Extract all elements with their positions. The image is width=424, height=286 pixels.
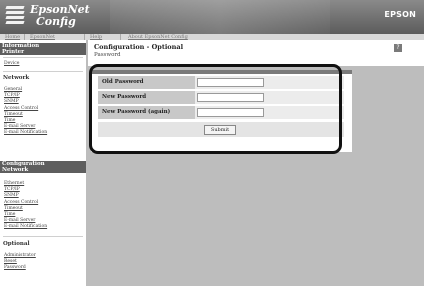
- sidebar-link[interactable]: Timeout: [4, 206, 23, 211]
- sidebar-link[interactable]: General: [4, 87, 22, 92]
- sidebar-link[interactable]: E-mail Notification: [4, 130, 47, 135]
- sidebar-link[interactable]: Access Control: [4, 106, 38, 111]
- page-header-panel: Configuration - Optional Password ?: [88, 40, 424, 66]
- sidebar-link-device[interactable]: Device: [4, 61, 19, 66]
- logo-text-line1: EpsonNet: [30, 3, 90, 16]
- sidebar-link[interactable]: E-mail Server: [4, 218, 35, 223]
- sidebar-information-subtitle: Printer: [2, 48, 25, 55]
- sidebar: Information Printer Device Network Gener…: [0, 40, 88, 286]
- sidebar-link[interactable]: TCP/IP: [4, 93, 20, 98]
- sidebar-link[interactable]: Ethernet: [4, 181, 24, 186]
- header-decoration: [110, 0, 330, 34]
- sidebar-link[interactable]: Timeout: [4, 112, 23, 117]
- sidebar-link[interactable]: Administrator: [4, 253, 36, 258]
- epson-brand: EPSON: [384, 10, 416, 19]
- logo-icon: [5, 6, 25, 28]
- page-subtitle: Password: [94, 52, 121, 58]
- sidebar-link[interactable]: Access Control: [4, 200, 38, 205]
- help-icon[interactable]: ?: [394, 44, 402, 52]
- sidebar-configuration-header: Configuration Network: [0, 161, 86, 173]
- sidebar-link[interactable]: Password: [4, 265, 26, 270]
- sidebar-link[interactable]: SNMP: [4, 99, 19, 104]
- logo-text-line2: Config: [36, 15, 76, 28]
- highlight-frame: [89, 64, 342, 154]
- sidebar-link[interactable]: Time: [4, 118, 15, 123]
- sidebar-link[interactable]: SNMP: [4, 193, 19, 198]
- sidebar-optional-title: Optional: [3, 241, 30, 247]
- page-title: Configuration - Optional: [94, 43, 184, 51]
- sidebar-link[interactable]: TCP/IP: [4, 187, 20, 192]
- sidebar-information-header: Information Printer: [0, 43, 86, 55]
- sidebar-network-title: Network: [3, 75, 30, 81]
- epsonnet-config-logo: EpsonNet Config: [5, 3, 90, 31]
- sidebar-link[interactable]: Reset: [4, 259, 17, 264]
- sidebar-divider: [3, 71, 83, 72]
- sidebar-link[interactable]: E-mail Server: [4, 124, 35, 129]
- app-header: EpsonNet Config EPSON: [0, 0, 424, 34]
- sidebar-configuration-subtitle: Network: [2, 166, 29, 173]
- sidebar-divider: [3, 236, 83, 237]
- sidebar-link[interactable]: E-mail Notification: [4, 224, 47, 229]
- sidebar-link[interactable]: Time: [4, 212, 15, 217]
- sidebar-divider: [3, 57, 83, 58]
